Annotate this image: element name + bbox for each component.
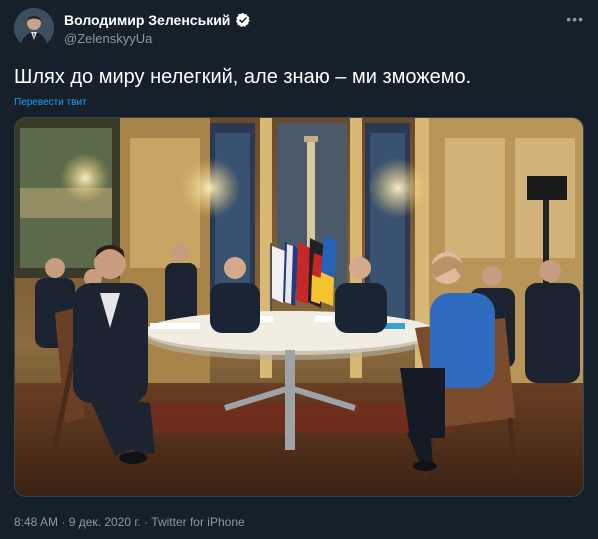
author-display-name[interactable]: Володимир Зеленський xyxy=(64,12,230,28)
verified-badge-icon xyxy=(236,13,251,28)
more-dots-icon: ••• xyxy=(566,11,584,27)
tweet-meta: 8:48 AM · 9 дек. 2020 г. · Twitter for i… xyxy=(14,515,245,529)
author-handle[interactable]: @ZelenskyyUa xyxy=(64,31,152,46)
meta-separator: · xyxy=(143,515,148,529)
tweet-time[interactable]: 8:48 AM xyxy=(14,515,58,529)
meeting-photo-icon xyxy=(15,118,583,496)
tweet-date[interactable]: 9 дек. 2020 г. xyxy=(69,515,141,529)
more-options-button[interactable]: ••• xyxy=(566,12,584,26)
avatar[interactable] xyxy=(14,8,54,48)
tweet-text: Шлях до миру нелегкий, але знаю – ми змо… xyxy=(14,66,472,88)
profile-photo-icon xyxy=(14,8,54,48)
tweet: Володимир Зеленський @ZelenskyyUa ••• Шл… xyxy=(0,0,598,539)
tweet-photo[interactable] xyxy=(14,117,584,497)
meta-separator: · xyxy=(61,515,66,529)
tweet-source[interactable]: Twitter for iPhone xyxy=(151,515,244,529)
author-name-row[interactable]: Володимир Зеленський xyxy=(64,12,251,28)
translate-link[interactable]: Перевести твит xyxy=(14,97,87,108)
